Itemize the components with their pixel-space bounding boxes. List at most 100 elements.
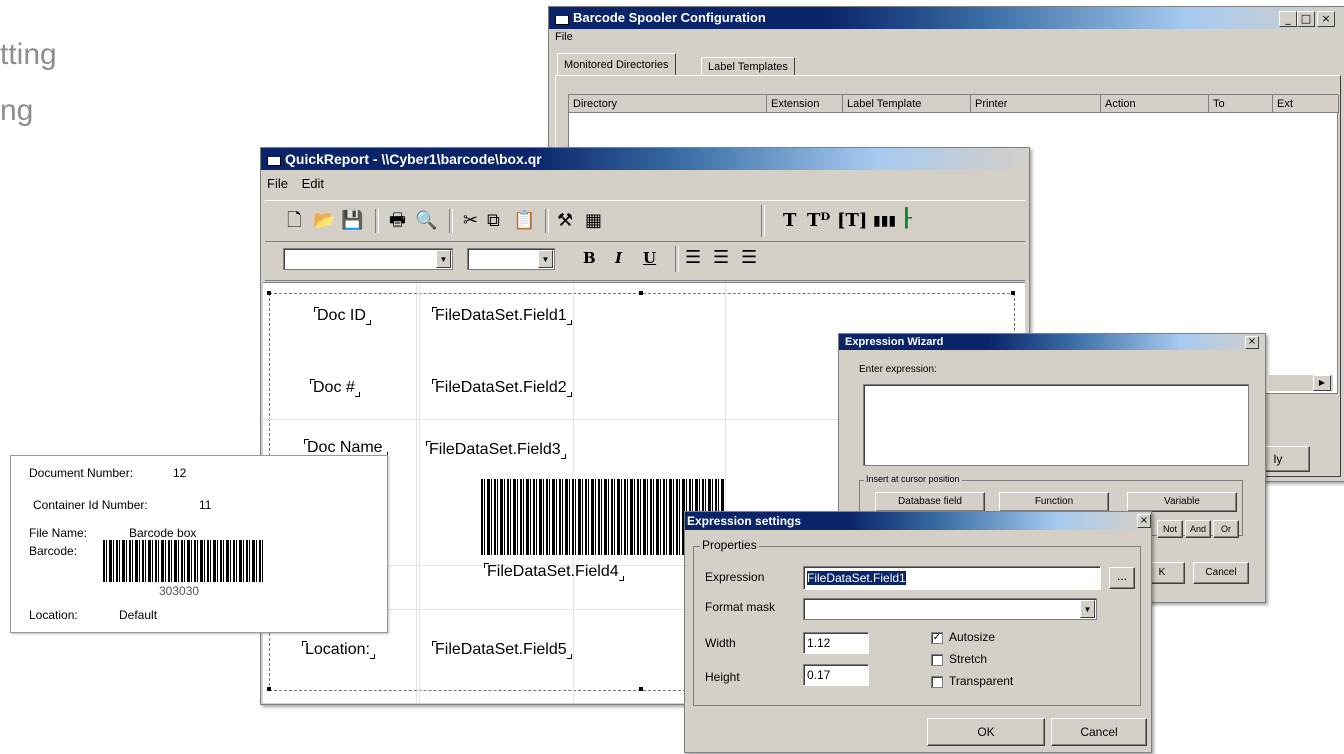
resize-handle[interactable] (1011, 291, 1015, 295)
separator (449, 209, 453, 233)
data-tools-icon[interactable]: ⚒ (557, 209, 573, 233)
column-action[interactable]: Action (1101, 95, 1209, 113)
and-button[interactable]: And (1185, 520, 1211, 538)
width-label: Width (705, 636, 736, 650)
expression-settings-window: Expression settings × Properties Express… (684, 511, 1152, 753)
grid-line (419, 283, 420, 703)
column-to[interactable]: To (1209, 95, 1273, 113)
height-field[interactable]: 0.17 (803, 664, 869, 686)
function-button[interactable]: Function (999, 492, 1109, 512)
column-extension[interactable]: Extension (767, 95, 843, 113)
underline-button[interactable]: U (643, 246, 656, 270)
container-label: Container Id Number: (33, 498, 148, 512)
resize-handle[interactable] (639, 687, 643, 691)
maximize-button[interactable]: □ (1297, 11, 1315, 27)
text-superscript-icon[interactable]: Tᴰ (807, 209, 830, 233)
cut-icon[interactable]: ✂ (463, 209, 478, 233)
save-icon[interactable]: 💾 (341, 209, 363, 233)
new-icon[interactable]: 🗋 (287, 209, 301, 233)
column-directory[interactable]: Directory (569, 95, 767, 113)
scroll-right-icon[interactable]: ▶ (1313, 375, 1331, 391)
resize-handle[interactable] (267, 687, 271, 691)
document-number-label: Document Number: (29, 466, 134, 480)
expression-field[interactable]: FileDataSet.Field1 (803, 566, 1101, 590)
text-label-icon[interactable]: T (783, 209, 796, 233)
width-field[interactable]: 1.12 (803, 632, 869, 654)
close-button[interactable]: × (1317, 11, 1335, 27)
barcode-image (103, 540, 263, 582)
align-left-icon[interactable]: ☰ (685, 246, 701, 270)
transparent-checkbox[interactable] (931, 676, 943, 688)
format-mask-select[interactable]: ▼ (803, 598, 1097, 620)
label-preview: Document Number: 12 Container Id Number:… (10, 455, 388, 633)
ok-button[interactable]: OK (927, 718, 1045, 746)
column-label-template[interactable]: Label Template (843, 95, 971, 113)
separator (545, 209, 549, 233)
chevron-down-icon[interactable]: ▼ (1080, 600, 1095, 618)
quickreport-title-bar: QuickReport - \\Cyber1\barcode\box.qr (261, 148, 1029, 170)
button-label: Function (1034, 496, 1074, 507)
autosize-checkbox[interactable]: ✓ (931, 632, 943, 644)
field-2[interactable]: FileDataSet.Field2 (432, 379, 572, 397)
line-tool-icon[interactable]: ┠ (901, 207, 912, 231)
database-field-button[interactable]: Database field (875, 492, 985, 512)
print-preview-icon[interactable]: 🔍 (415, 209, 437, 233)
print-icon[interactable]: 🖶 (389, 209, 406, 233)
location-label: Location: (29, 608, 78, 622)
menu-file[interactable]: File (555, 31, 573, 43)
not-button[interactable]: Not (1157, 520, 1183, 538)
button-label: OK (977, 725, 995, 739)
or-button[interactable]: Or (1213, 520, 1239, 538)
cancel-button[interactable]: Cancel (1193, 562, 1249, 584)
field-5[interactable]: FileDataSet.Field5 (432, 641, 572, 659)
expression-settings-title: Expression settings (687, 514, 802, 528)
column-ext[interactable]: Ext (1273, 95, 1339, 113)
document-number-value: 12 (173, 466, 187, 480)
separator (675, 246, 679, 272)
main-toolbar: 🗋 📂 💾 🖶 🔍 ✂ ⧉ 📋 ⚒ ▦ T Tᴰ [T] ▮▮▮ ┠ (265, 200, 1025, 242)
align-center-icon[interactable]: ☰ (713, 246, 729, 270)
variable-button[interactable]: Variable (1127, 492, 1237, 512)
italic-button[interactable]: I (615, 246, 622, 270)
separator (761, 205, 765, 237)
close-button[interactable]: × (1137, 514, 1151, 528)
resize-handle[interactable] (639, 291, 643, 295)
menu-file[interactable]: File (267, 176, 288, 191)
font-name-select[interactable]: ▼ (283, 248, 453, 270)
grid-icon[interactable]: ▦ (585, 209, 602, 233)
stretch-checkbox[interactable] (931, 654, 943, 666)
font-size-select[interactable]: ▼ (467, 248, 555, 270)
close-button[interactable]: × (1245, 336, 1259, 349)
open-icon[interactable]: 📂 (313, 209, 335, 233)
paste-icon[interactable]: 📋 (513, 209, 535, 233)
tab-monitored-directories[interactable]: Monitored Directories (557, 53, 676, 76)
spooler-menubar: File (555, 31, 583, 43)
minimize-button[interactable]: _ (1279, 11, 1297, 27)
label-location[interactable]: Location: (302, 641, 375, 659)
resize-handle[interactable] (267, 291, 271, 295)
spooler-title-bar: Barcode Spooler Configuration (549, 7, 1344, 29)
column-printer[interactable]: Printer (971, 95, 1101, 113)
properties-group-label: Properties (700, 538, 759, 552)
text-field-icon[interactable]: [T] (837, 209, 867, 233)
label-doc-id[interactable]: Doc ID (314, 307, 371, 325)
align-right-icon[interactable]: ☰ (741, 246, 757, 270)
barcode-tool-icon[interactable]: ▮▮▮ (873, 209, 896, 233)
chevron-down-icon[interactable]: ▼ (538, 250, 553, 268)
menu-edit[interactable]: Edit (302, 176, 324, 191)
tab-label-templates[interactable]: Label Templates (701, 57, 795, 76)
copy-icon[interactable]: ⧉ (487, 209, 500, 233)
cancel-button[interactable]: Cancel (1051, 718, 1147, 746)
expression-label: Expression (705, 570, 765, 584)
expression-builder-button[interactable]: ... (1109, 567, 1135, 589)
field-3[interactable]: FileDataSet.Field3 (426, 441, 566, 459)
bold-button[interactable]: B (583, 246, 596, 270)
background-text-line-1: tting (0, 38, 57, 71)
label-doc-number[interactable]: Doc # (310, 379, 360, 397)
chevron-down-icon[interactable]: ▼ (436, 250, 451, 268)
quickreport-menubar: File Edit (267, 176, 334, 191)
field-4[interactable]: FileDataSet.Field4 (484, 563, 624, 581)
expression-textarea[interactable] (863, 384, 1249, 466)
horizontal-scrollbar[interactable]: ▶ (1269, 375, 1333, 391)
field-1[interactable]: FileDataSet.Field1 (432, 307, 572, 325)
